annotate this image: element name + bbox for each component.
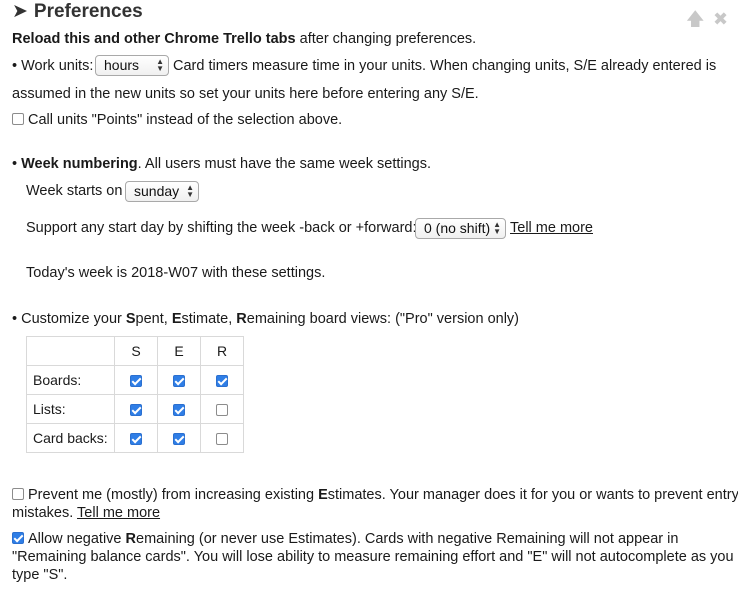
table-cell [114, 423, 158, 453]
select-updown-icon: ▲ ▼ [186, 183, 194, 199]
table-cell [114, 394, 158, 424]
arrow-icon: ➤ [12, 1, 28, 22]
work-units-label: • Work units: [12, 58, 94, 74]
reload-note-rest: after changing preferences. [299, 31, 477, 47]
views-table: S E R Boards: Lists: Card backs: [26, 336, 244, 453]
table-corner-cell [26, 336, 115, 366]
negative-label-bold: R [125, 531, 137, 547]
week-heading-line: • Week numbering. All users must have th… [12, 156, 431, 172]
view-checkbox[interactable] [130, 433, 142, 446]
view-checkbox[interactable] [216, 433, 228, 446]
week-heading: Week numbering [21, 156, 138, 172]
points-label: Call units "Points" instead of the selec… [28, 112, 343, 128]
view-checkbox[interactable] [216, 375, 228, 388]
column-header: S [114, 336, 158, 366]
prevent-label-line2: mistakes. Tell me more [12, 505, 160, 521]
week-today-text: Today's week is 2018-W07 with these sett… [26, 265, 326, 281]
row-label: Boards: [26, 365, 115, 395]
negative-label-line1: Allow negative Remaining (or never use E… [28, 531, 678, 547]
table-cell [157, 394, 201, 424]
column-header: E [157, 336, 201, 366]
week-shift-select-value: 0 (no shift) [424, 220, 491, 236]
table-cell [157, 365, 201, 395]
table-cell [200, 394, 244, 424]
row-label: Card backs: [26, 423, 115, 453]
prevent-label-bold: E [318, 487, 328, 503]
table-header-row: S E R [26, 336, 244, 366]
up-arrow-icon[interactable]: 🡅 [686, 10, 705, 28]
week-start-select[interactable]: sunday ▲ ▼ [125, 181, 199, 202]
views-intro-r: R [236, 311, 247, 327]
week-start-select-value: sunday [134, 183, 180, 199]
reload-note: Reload this and other Chrome Trello tabs… [12, 31, 476, 47]
table-row: Lists: [26, 394, 244, 424]
table-cell [200, 423, 244, 453]
work-units-select[interactable]: hours ▲ ▼ [95, 55, 169, 76]
negative-label-post: emaining (or never use Estimates). Cards… [136, 531, 679, 547]
negative-label-line3: type "S". [12, 567, 68, 583]
week-shift-label: Support any start day by shifting the we… [26, 220, 417, 236]
row-label: Lists: [26, 394, 115, 424]
select-updown-icon: ▲ ▼ [493, 220, 501, 236]
view-checkbox[interactable] [173, 404, 185, 417]
view-checkbox[interactable] [130, 375, 142, 388]
allow-negative-checkbox[interactable] [12, 532, 24, 544]
work-units-select-value: hours [104, 57, 140, 73]
table-cell [200, 365, 244, 395]
prevent-label-pre: Prevent me (mostly) from increasing exis… [28, 487, 319, 503]
views-intro-e: E [171, 311, 182, 327]
negative-label-pre: Allow negative [28, 531, 126, 547]
work-units-desc-2: assumed in the new units so set your uni… [12, 86, 479, 102]
table-row: Boards: [26, 365, 244, 395]
page-title-text: Preferences [33, 1, 143, 22]
prevent-label-line2-text: mistakes. [12, 505, 74, 521]
views-intro-part: emaining board views: ("Pro" version onl… [246, 311, 519, 327]
prevent-label-line1: Prevent me (mostly) from increasing exis… [28, 487, 738, 503]
select-updown-icon: ▲ ▼ [156, 57, 164, 73]
negative-label-line2: "Remaining balance cards". You will lose… [12, 549, 734, 565]
table-cell [114, 365, 158, 395]
prevent-label-post: stimates. Your manager does it for you o… [327, 487, 738, 503]
table-row: Card backs: [26, 423, 244, 453]
view-checkbox[interactable] [216, 404, 228, 417]
page-title: ➤ Preferences [12, 0, 143, 24]
views-intro-part: stimate, [181, 311, 237, 327]
column-header: R [200, 336, 244, 366]
view-checkbox[interactable] [173, 433, 185, 446]
prevent-increase-checkbox[interactable] [12, 488, 24, 500]
table-cell [157, 423, 201, 453]
week-shift-select[interactable]: 0 (no shift) ▲ ▼ [415, 218, 506, 239]
week-tell-more-link[interactable]: Tell me more [510, 220, 593, 236]
work-units-desc-1: Card timers measure time in your units. … [173, 58, 717, 74]
views-intro-part: pent, [135, 311, 172, 327]
view-checkbox[interactable] [173, 375, 185, 388]
views-intro-s: S [125, 311, 136, 327]
week-heading-rest: . All users must have the same week sett… [137, 156, 432, 172]
reload-note-bold: Reload this and other Chrome Trello tabs [12, 31, 296, 47]
views-intro-prefix: • Customize your [12, 311, 126, 327]
bullet: • [12, 156, 18, 172]
prevent-tell-more-link[interactable]: Tell me more [77, 505, 160, 521]
views-intro: • Customize your Spent, Estimate, Remain… [12, 311, 519, 327]
view-checkbox[interactable] [130, 404, 142, 417]
close-icon[interactable]: ✖ [713, 10, 728, 28]
week-starts-label: Week starts on [26, 183, 123, 199]
points-checkbox[interactable] [12, 113, 24, 125]
